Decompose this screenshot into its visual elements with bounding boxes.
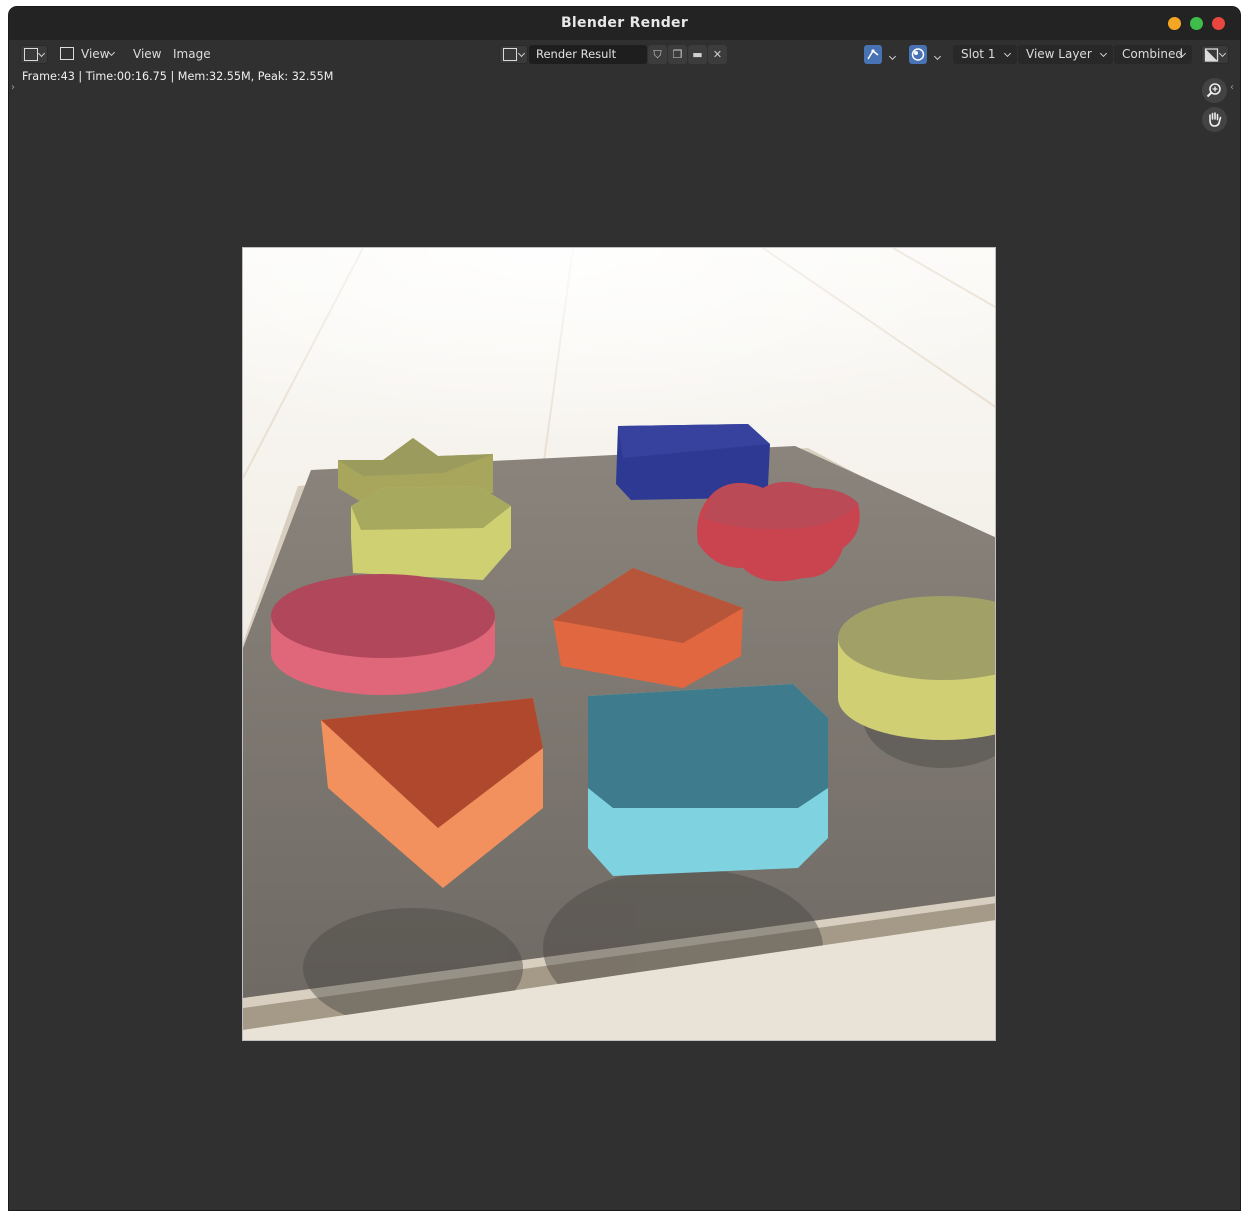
blender-render-window: Blender Render View View Image Render Re… (9, 7, 1240, 1210)
zoom-glyph (1206, 83, 1221, 98)
mode-label: View (81, 47, 110, 61)
editor-type-button[interactable] (20, 45, 48, 64)
duplicate-icon[interactable]: ❐ (668, 45, 687, 64)
chevron-down-icon (517, 49, 526, 58)
display-channels-button[interactable] (1201, 45, 1229, 64)
maximize-button[interactable] (1190, 17, 1203, 30)
title-bar: Blender Render (9, 7, 1240, 40)
mode-dropdown[interactable]: View (57, 45, 119, 64)
display-channels-icon (1204, 48, 1219, 62)
window-title: Blender Render (560, 15, 689, 31)
view-layer-label: View Layer (1026, 47, 1092, 61)
close-icon[interactable]: ✕ (708, 45, 727, 64)
slot-label: Slot 1 (961, 47, 996, 61)
chevron-down-icon (1003, 49, 1012, 58)
overlay-icon (911, 48, 925, 61)
hand-glyph (1209, 112, 1222, 127)
image-name-field[interactable]: Render Result (529, 45, 647, 64)
image-view-icon (60, 47, 74, 60)
minimize-button[interactable] (1168, 17, 1181, 30)
render-image-canvas (243, 248, 995, 1040)
chevron-down-icon (1218, 49, 1227, 58)
image-browse-icon (503, 48, 517, 61)
image-editor-header: View View Image Render Result ⛉ ❐ ▬ ✕ Sl… (9, 40, 1240, 68)
sidebar-expand-arrow[interactable]: ‹ (1230, 82, 1234, 93)
chevron-down-icon (37, 49, 46, 58)
shield-icon[interactable]: ⛉ (648, 45, 667, 64)
render-pass-dropdown[interactable]: Combined (1114, 45, 1192, 64)
render-stats: Frame:43 | Time:00:16.75 | Mem:32.55M, P… (22, 70, 334, 83)
close-window-button[interactable] (1212, 17, 1225, 30)
view-layer-dropdown[interactable]: View Layer (1018, 45, 1113, 64)
gizmo-icon (867, 49, 879, 60)
folder-icon[interactable]: ▬ (688, 45, 707, 64)
hand-icon[interactable] (1202, 107, 1227, 132)
menu-view[interactable]: View (133, 45, 161, 63)
zoom-icon[interactable] (1202, 78, 1227, 103)
chevron-down-icon[interactable] (933, 52, 942, 61)
slot-dropdown[interactable]: Slot 1 (953, 45, 1017, 64)
chevron-down-icon[interactable] (888, 52, 897, 61)
image-browse-button[interactable] (499, 45, 528, 64)
chevron-down-icon (1099, 49, 1108, 58)
image-editor-icon (24, 48, 38, 61)
overlay-toggle[interactable] (909, 45, 927, 64)
gizmo-toggle[interactable] (864, 45, 882, 64)
toolbar-expand-arrow[interactable]: › (11, 82, 15, 93)
menu-image[interactable]: Image (173, 45, 211, 63)
render-pass-label: Combined (1122, 47, 1183, 61)
render-result-image[interactable] (242, 247, 996, 1041)
